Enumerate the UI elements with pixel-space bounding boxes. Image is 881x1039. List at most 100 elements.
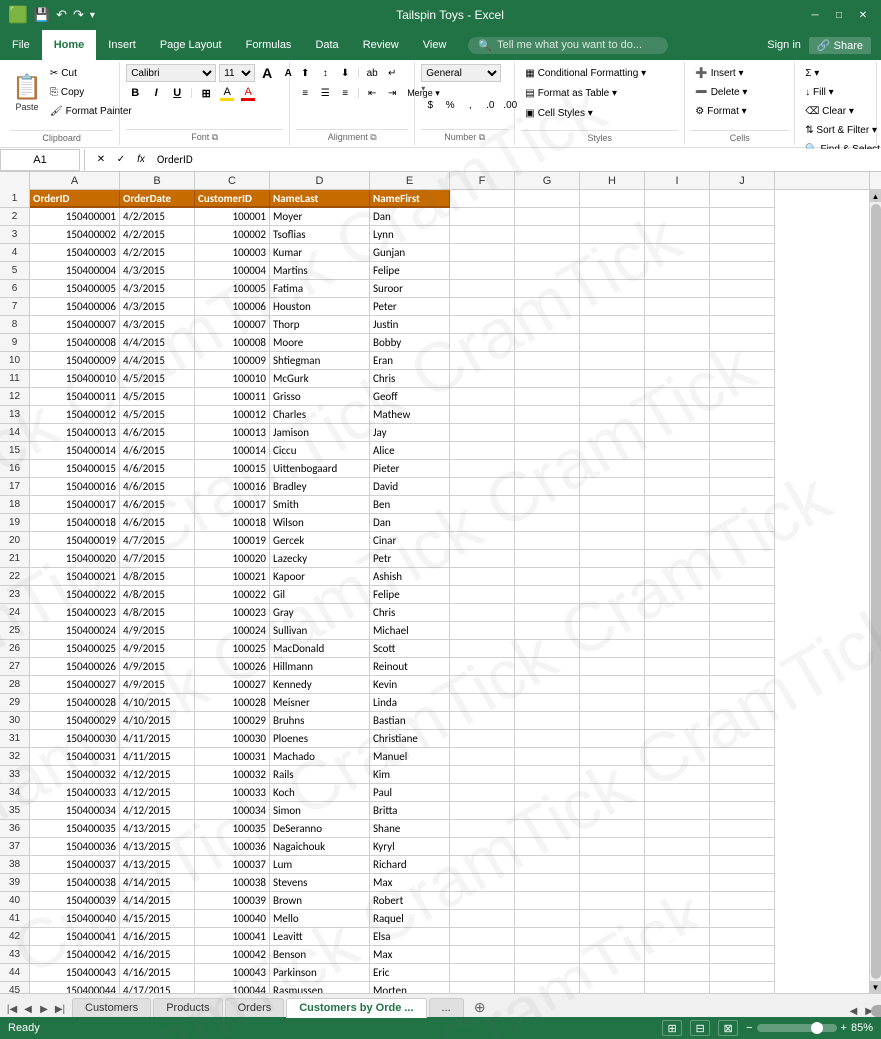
cell-r18-c4[interactable]: Smith <box>270 496 370 514</box>
row-header-9[interactable]: 9 <box>0 334 30 352</box>
cell-r31-c5[interactable]: Christiane <box>370 730 450 748</box>
cell-r44-c2[interactable]: 4/16/2015 <box>120 964 195 982</box>
cell-r43-c5[interactable]: Max <box>370 946 450 964</box>
row-header-16[interactable]: 16 <box>0 460 30 478</box>
align-bottom-button[interactable]: ⬇ <box>336 64 354 82</box>
row-header-1[interactable]: 1 <box>0 190 30 208</box>
cell-r4-c5[interactable]: Gunjan <box>370 244 450 262</box>
cell-r26-c1[interactable]: 150400025 <box>30 640 120 658</box>
format-table-button[interactable]: ▤ Format as Table ▾ <box>521 84 678 102</box>
cell-r4-c3[interactable]: 100003 <box>195 244 270 262</box>
cell-r28-c3[interactable]: 100027 <box>195 676 270 694</box>
confirm-formula-icon[interactable]: ✓ <box>113 152 129 168</box>
cell-r6-c5[interactable]: Suroor <box>370 280 450 298</box>
cell-r33-c5[interactable]: Kim <box>370 766 450 784</box>
normal-view-button[interactable]: ⊞ <box>662 1020 682 1036</box>
conditional-formatting-button[interactable]: ▦ Conditional Formatting ▾ <box>521 64 678 82</box>
row-header-8[interactable]: 8 <box>0 316 30 334</box>
cell-r34-c4[interactable]: Koch <box>270 784 370 802</box>
cell-r2-c5[interactable]: Dan <box>370 208 450 226</box>
cell-r7-c1[interactable]: 150400006 <box>30 298 120 316</box>
border-button[interactable]: ⊞ <box>197 84 215 102</box>
col-header-F[interactable]: F <box>450 172 515 189</box>
cell-r37-c1[interactable]: 150400036 <box>30 838 120 856</box>
cell-r2-c2[interactable]: 4/2/2015 <box>120 208 195 226</box>
cell-r9-c3[interactable]: 100008 <box>195 334 270 352</box>
cell-r32-c3[interactable]: 100031 <box>195 748 270 766</box>
cell-r29-c1[interactable]: 150400028 <box>30 694 120 712</box>
row-header-7[interactable]: 7 <box>0 298 30 316</box>
cell-r30-c1[interactable]: 150400029 <box>30 712 120 730</box>
cell-r43-c1[interactable]: 150400042 <box>30 946 120 964</box>
cell-r15-c1[interactable]: 150400014 <box>30 442 120 460</box>
row-header-11[interactable]: 11 <box>0 370 30 388</box>
row-header-23[interactable]: 23 <box>0 586 30 604</box>
cell-r24-c5[interactable]: Chris <box>370 604 450 622</box>
scroll-down-button[interactable]: ▼ <box>870 981 881 993</box>
row-header-30[interactable]: 30 <box>0 712 30 730</box>
tab-insert[interactable]: Insert <box>96 30 148 60</box>
cell-r17-c3[interactable]: 100016 <box>195 478 270 496</box>
row-header-14[interactable]: 14 <box>0 424 30 442</box>
col-header-G[interactable]: G <box>515 172 580 189</box>
cell-r19-c4[interactable]: Wilson <box>270 514 370 532</box>
cell-r16-c3[interactable]: 100015 <box>195 460 270 478</box>
scroll-thumb[interactable] <box>871 204 881 979</box>
row-header-44[interactable]: 44 <box>0 964 30 982</box>
cell-r14-c1[interactable]: 150400013 <box>30 424 120 442</box>
cell-r22-c2[interactable]: 4/8/2015 <box>120 568 195 586</box>
cell-r22-c4[interactable]: Kapoor <box>270 568 370 586</box>
cell-r35-c5[interactable]: Britta <box>370 802 450 820</box>
cell-r25-c4[interactable]: Sullivan <box>270 622 370 640</box>
cell-r14-c4[interactable]: Jamison <box>270 424 370 442</box>
cell-r36-c5[interactable]: Shane <box>370 820 450 838</box>
cell-r42-c4[interactable]: Leavitt <box>270 928 370 946</box>
cell-r24-c4[interactable]: Gray <box>270 604 370 622</box>
align-launcher-icon[interactable]: ⧉ <box>370 132 376 142</box>
cell-r24-c1[interactable]: 150400023 <box>30 604 120 622</box>
sheet-tab-more[interactable]: ... <box>429 998 464 1017</box>
col-header-C[interactable]: C <box>195 172 270 189</box>
cell-r29-c3[interactable]: 100028 <box>195 694 270 712</box>
row-header-28[interactable]: 28 <box>0 676 30 694</box>
cell-r37-c3[interactable]: 100036 <box>195 838 270 856</box>
cell-r44-c1[interactable]: 150400043 <box>30 964 120 982</box>
cell-r2-c4[interactable]: Moyer <box>270 208 370 226</box>
row-header-15[interactable]: 15 <box>0 442 30 460</box>
cell-r14-c3[interactable]: 100013 <box>195 424 270 442</box>
cell-r12-c2[interactable]: 4/5/2015 <box>120 388 195 406</box>
font-size-increase[interactable]: A <box>258 64 276 82</box>
cell-r41-c5[interactable]: Raquel <box>370 910 450 928</box>
cell-r2-c1[interactable]: 150400001 <box>30 208 120 226</box>
cell-r32-c5[interactable]: Manuel <box>370 748 450 766</box>
cell-r33-c2[interactable]: 4/12/2015 <box>120 766 195 784</box>
number-format-select[interactable]: General <box>421 64 501 82</box>
row-header-34[interactable]: 34 <box>0 784 30 802</box>
cell-r19-c5[interactable]: Dan <box>370 514 450 532</box>
cell-r27-c3[interactable]: 100026 <box>195 658 270 676</box>
row-header-12[interactable]: 12 <box>0 388 30 406</box>
cell-r26-c3[interactable]: 100025 <box>195 640 270 658</box>
row-header-33[interactable]: 33 <box>0 766 30 784</box>
cell-r39-c4[interactable]: Stevens <box>270 874 370 892</box>
cell-r10-c4[interactable]: Shtiegman <box>270 352 370 370</box>
cell-r37-c4[interactable]: Nagaichouk <box>270 838 370 856</box>
percent-button[interactable]: % <box>441 96 459 114</box>
align-left-button[interactable]: ≡ <box>296 84 314 102</box>
sign-in-link[interactable]: Sign in <box>767 39 801 51</box>
row-header-26[interactable]: 26 <box>0 640 30 658</box>
scroll-up-button[interactable]: ▲ <box>870 190 881 202</box>
cell-r8-c2[interactable]: 4/3/2015 <box>120 316 195 334</box>
cell-r14-c2[interactable]: 4/6/2015 <box>120 424 195 442</box>
cell-r39-c3[interactable]: 100038 <box>195 874 270 892</box>
row-header-29[interactable]: 29 <box>0 694 30 712</box>
cell-r9-c5[interactable]: Bobby <box>370 334 450 352</box>
cell-r38-c5[interactable]: Richard <box>370 856 450 874</box>
cell-r12-c5[interactable]: Geoff <box>370 388 450 406</box>
col-header-H[interactable]: H <box>580 172 645 189</box>
cell-r40-c3[interactable]: 100039 <box>195 892 270 910</box>
number-launcher-icon[interactable]: ⧉ <box>479 132 485 142</box>
cell-r19-c1[interactable]: 150400018 <box>30 514 120 532</box>
cell-r15-c3[interactable]: 100014 <box>195 442 270 460</box>
row-header-27[interactable]: 27 <box>0 658 30 676</box>
